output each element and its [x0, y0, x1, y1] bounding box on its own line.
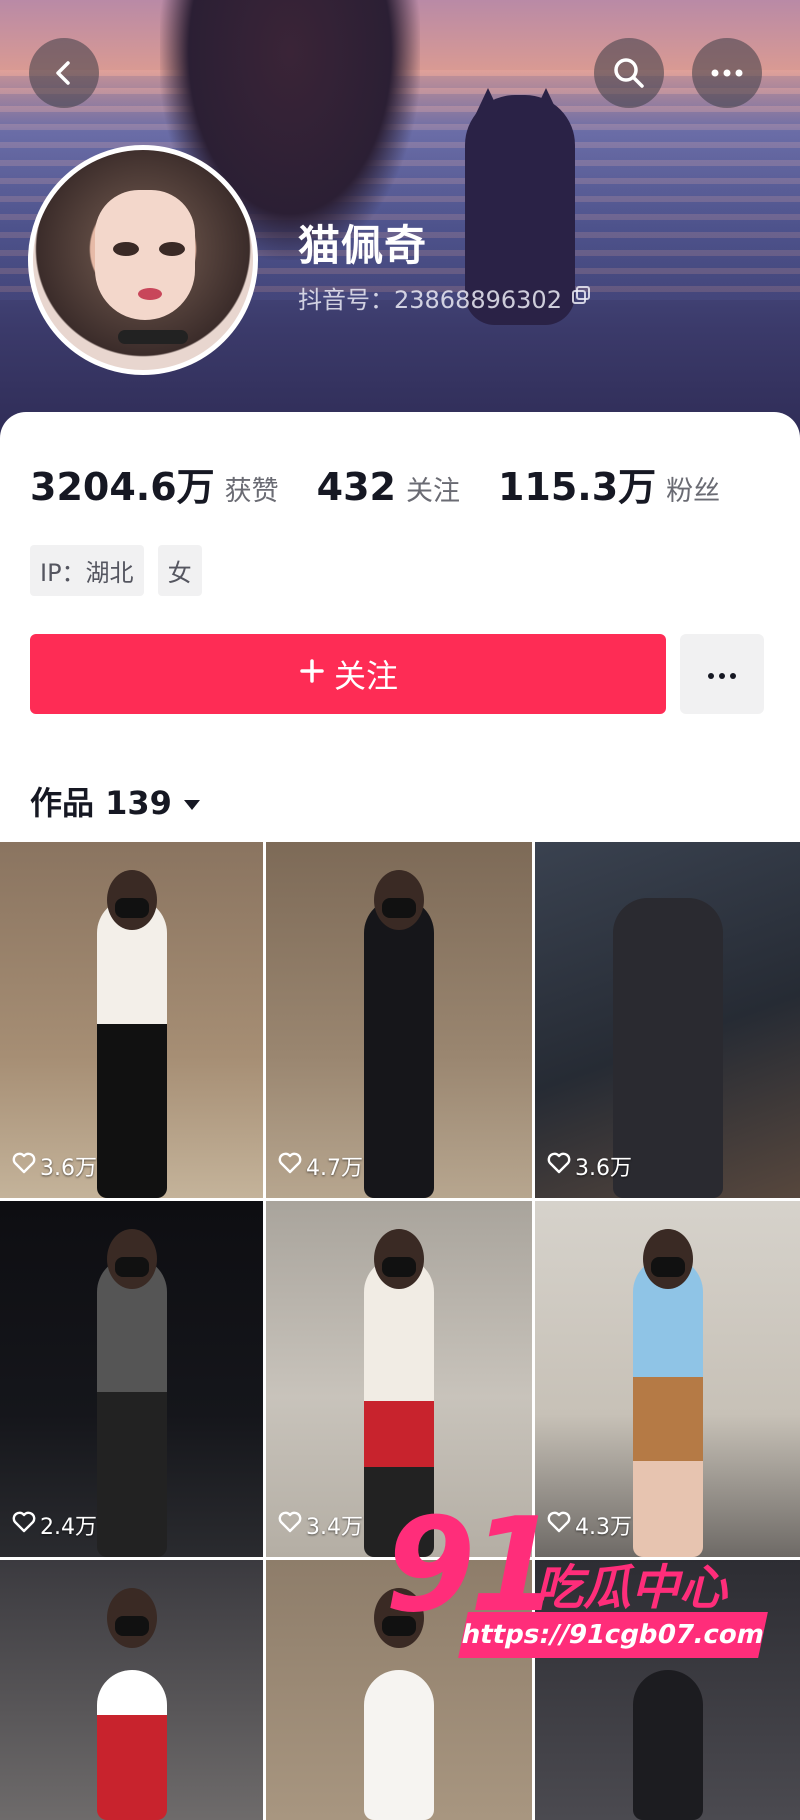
- plus-icon: [298, 655, 326, 693]
- more-options-button[interactable]: [692, 38, 762, 108]
- like-count-text: 2.4万: [40, 1515, 97, 1540]
- stat-value: 3204.6万: [30, 465, 215, 509]
- like-count-text: 4.7万: [306, 1156, 363, 1181]
- thumbnail-mask: [650, 1257, 685, 1277]
- thumbnail-figure: [632, 1670, 703, 1820]
- avatar-face: [95, 190, 195, 320]
- heart-icon: [12, 1511, 36, 1539]
- thumbnail-figure: [364, 1670, 434, 1820]
- avatar-choker: [118, 330, 188, 344]
- stat-following[interactable]: 432 关注: [317, 465, 460, 509]
- thumbnail-mask: [114, 1257, 149, 1277]
- follow-button[interactable]: 关注: [30, 634, 666, 714]
- caret-down-icon: [182, 782, 202, 820]
- thumbnail-mask: [382, 898, 416, 918]
- heart-icon: [278, 1152, 302, 1180]
- like-count-text: 3.6万: [40, 1156, 97, 1181]
- like-count: 3.6万: [547, 1150, 632, 1182]
- watermark-text: 吃瓜中心: [535, 1560, 728, 1616]
- like-count: 2.4万: [12, 1509, 97, 1541]
- stat-followers[interactable]: 115.3万 粉丝: [498, 456, 720, 511]
- stat-label: 获赞: [224, 476, 279, 507]
- more-actions-button[interactable]: [680, 634, 764, 714]
- video-thumbnail[interactable]: 2.4万: [0, 1201, 263, 1557]
- search-icon: [611, 55, 647, 91]
- like-count-text: 3.6万: [575, 1156, 632, 1181]
- stat-value: 432: [316, 465, 396, 509]
- thumbnail-figure: [96, 1670, 167, 1820]
- watermark: 91 吃瓜中心 https://91cgb07.com: [385, 1500, 775, 1680]
- stat-label: 关注: [405, 476, 460, 507]
- thumbnail-mask: [114, 1616, 149, 1636]
- chevron-left-icon: [49, 58, 79, 88]
- follow-label: 关注: [333, 657, 398, 695]
- profile-tags: IP：湖北 女: [30, 545, 202, 596]
- stat-label: 粉丝: [666, 476, 721, 507]
- stat-value: 115.3万: [497, 465, 657, 509]
- ellipsis-icon: [706, 665, 738, 684]
- video-thumbnail[interactable]: [0, 1560, 263, 1820]
- ellipsis-icon: [709, 68, 745, 78]
- profile-stats: 3204.6万 获赞 432 关注 115.3万 粉丝: [30, 456, 758, 511]
- works-title-text: 作品 139: [30, 784, 172, 822]
- heart-icon: [278, 1511, 302, 1539]
- like-count-text: 3.4万: [306, 1515, 363, 1540]
- watermark-number: 91: [385, 1489, 560, 1641]
- thumbnail-mask: [114, 898, 149, 918]
- stat-likes[interactable]: 3204.6万 获赞: [30, 456, 279, 511]
- douyin-id[interactable]: 抖音号：23868896302: [298, 280, 592, 315]
- avatar-eye: [159, 242, 185, 256]
- works-tab[interactable]: 作品 139: [30, 778, 202, 824]
- thumbnail-figure: [364, 898, 434, 1198]
- thumbnail-mask: [382, 1257, 416, 1277]
- like-count: 3.6万: [12, 1150, 97, 1182]
- thumbnail-figure: [96, 1257, 167, 1557]
- avatar[interactable]: [28, 145, 258, 375]
- avatar-lips: [138, 288, 162, 300]
- like-count: 3.4万: [278, 1509, 363, 1541]
- video-thumbnail[interactable]: 3.6万: [535, 842, 800, 1198]
- gender-tag: 女: [157, 545, 202, 596]
- copy-icon[interactable]: [570, 284, 592, 312]
- video-thumbnail[interactable]: 3.6万: [0, 842, 263, 1198]
- thumbnail-figure: [96, 898, 167, 1198]
- douyin-id-text: 抖音号：23868896302: [298, 286, 562, 314]
- video-thumbnail[interactable]: 4.7万: [266, 842, 532, 1198]
- heart-icon: [12, 1152, 36, 1180]
- search-button[interactable]: [594, 38, 664, 108]
- back-button[interactable]: [29, 38, 99, 108]
- avatar-eye: [113, 242, 139, 256]
- watermark-url: https://91cgb07.com: [458, 1612, 768, 1658]
- profile-name: 猫佩奇: [298, 221, 428, 270]
- ip-location-tag: IP：湖北: [30, 545, 144, 596]
- heart-icon: [547, 1152, 571, 1180]
- like-count: 4.7万: [278, 1150, 363, 1182]
